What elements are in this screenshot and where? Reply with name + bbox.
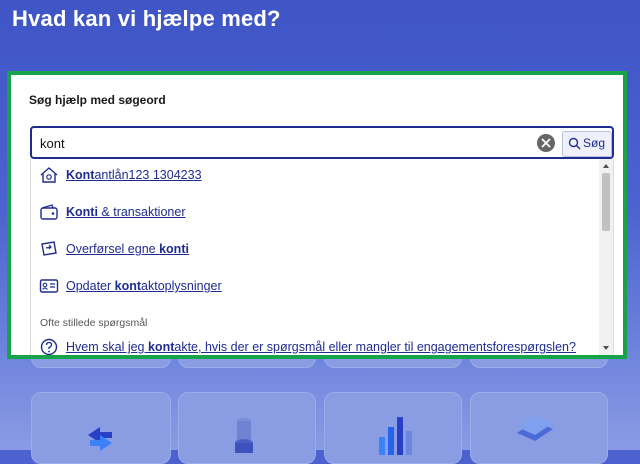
id-card-icon: [39, 279, 59, 293]
search-input[interactable]: [40, 134, 520, 152]
search-box: Søg: [30, 126, 614, 159]
scroll-thumb[interactable]: [602, 173, 610, 231]
faq-link[interactable]: Hvem skal jeg kontakte, hvis der er spør…: [66, 340, 576, 354]
bar-chart-icon: [379, 417, 412, 455]
category-card-cards[interactable]: [470, 392, 608, 464]
search-button-label: Søg: [583, 136, 606, 150]
scroll-down-icon[interactable]: [602, 344, 610, 352]
coin-stack-icon: [235, 418, 253, 453]
question-circle-icon: [40, 338, 58, 355]
clear-search-button[interactable]: [537, 134, 555, 152]
search-icon: [568, 137, 581, 150]
category-card-investment[interactable]: [324, 392, 462, 464]
dropdown-scrollbar[interactable]: [599, 159, 613, 355]
search-label: Søg hjælp med søgeord: [29, 93, 166, 107]
suggestion-link[interactable]: Kontantlån123 1304233: [66, 168, 202, 182]
suggestion-link[interactable]: Opdater kontaktoplysninger: [66, 279, 222, 293]
card-stack-icon: [517, 415, 553, 441]
close-icon: [541, 138, 551, 148]
search-help-panel: Søg hjælp med søgeord Søg Kontantlån123 …: [7, 71, 627, 359]
category-card-transfer[interactable]: [31, 392, 171, 464]
transfer-arrows-icon: [88, 427, 112, 451]
search-button[interactable]: Søg: [562, 131, 612, 157]
transfer-card-icon: [41, 241, 57, 256]
suggestion-link[interactable]: Overførsel egne konti: [66, 242, 189, 256]
page-title: Hvad kan vi hjælpe med?: [12, 6, 281, 31]
wallet-icon: [40, 204, 58, 220]
faq-heading: Ofte stillede spørgsmål: [40, 317, 148, 329]
scroll-up-icon[interactable]: [602, 162, 610, 170]
house-icon: [40, 167, 58, 183]
suggestion-link[interactable]: Konti & transaktioner: [66, 205, 185, 219]
category-card-savings[interactable]: [178, 392, 316, 464]
suggestions-dropdown: Kontantlån123 1304233 Konti & transaktio…: [30, 159, 614, 355]
